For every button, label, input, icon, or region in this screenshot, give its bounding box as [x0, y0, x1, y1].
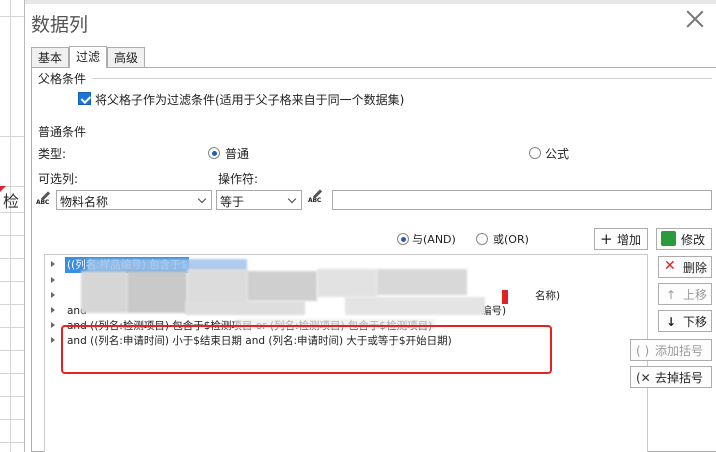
- parent-filter-checkbox[interactable]: [78, 92, 91, 105]
- expand-arrow-icon[interactable]: [51, 337, 55, 343]
- operator-label: 操作符:: [218, 172, 259, 186]
- operator-select[interactable]: 等于: [216, 190, 302, 210]
- filter-panel: 父格条件 将父格子作为过滤条件(适用于父子格来自于同一个数据集) 普通条件 类型…: [31, 67, 716, 452]
- tab-basic[interactable]: 基本: [31, 47, 70, 68]
- type-normal-radio[interactable]: [208, 147, 220, 159]
- type-formula-label: 公式: [545, 147, 570, 161]
- abc-edit-icon[interactable]: ABC: [308, 188, 328, 206]
- tab-bar: 基本 过滤 高级: [31, 46, 146, 68]
- highlight-mark: [502, 290, 508, 304]
- move-up-button[interactable]: ↑ 上移: [658, 283, 712, 305]
- edit-button[interactable]: 修改: [656, 228, 712, 250]
- or-label: 或(OR): [493, 233, 529, 246]
- add-bracket-button[interactable]: ( ) 添加括号: [630, 339, 712, 361]
- and-radio[interactable]: [397, 233, 409, 245]
- tab-filter[interactable]: 过滤: [69, 46, 108, 68]
- type-formula-radio[interactable]: [529, 147, 541, 159]
- bracket-icon: ( ): [636, 344, 650, 358]
- column-select[interactable]: 物料名称: [56, 190, 212, 210]
- remove-bracket-button[interactable]: (✕ 去掉括号: [630, 366, 712, 388]
- and-label: 与(AND): [412, 233, 456, 246]
- column-label: 可选列:: [38, 172, 79, 186]
- chevron-down-icon: [285, 191, 301, 209]
- expand-arrow-icon[interactable]: [51, 261, 55, 267]
- arrow-down-icon: ↓: [666, 315, 677, 329]
- arrow-up-icon: ↑: [666, 288, 677, 302]
- dialog-title: 数据列: [31, 14, 89, 36]
- type-normal-label: 普通: [225, 147, 250, 161]
- type-label: 类型:: [38, 147, 67, 161]
- normal-condition-label: 普通条件: [38, 125, 87, 139]
- plus-icon: +: [600, 230, 613, 248]
- close-icon: ✕: [664, 258, 676, 274]
- expand-arrow-icon[interactable]: [51, 322, 55, 328]
- expand-arrow-icon[interactable]: [51, 277, 55, 283]
- tab-advanced[interactable]: 高级: [107, 47, 146, 68]
- column-select-value: 物料名称: [60, 195, 109, 209]
- chevron-down-icon: [195, 191, 211, 209]
- remove-bracket-icon: (✕: [636, 371, 651, 385]
- expand-arrow-icon[interactable]: [51, 292, 55, 298]
- or-radio[interactable]: [476, 233, 488, 245]
- value-input[interactable]: [332, 190, 712, 210]
- highlight-box: [61, 325, 552, 374]
- background-cell: 检: [3, 192, 20, 211]
- parent-condition-label: 父格条件: [38, 72, 87, 86]
- abc-edit-icon: ABC: [36, 190, 56, 208]
- add-button[interactable]: + 增加: [594, 228, 648, 250]
- delete-button[interactable]: ✕ 删除: [658, 256, 712, 278]
- expand-arrow-icon[interactable]: [51, 307, 55, 313]
- edit-icon: [661, 231, 676, 246]
- data-column-dialog: 数据列 基本 过滤 高级 父格条件 将父格子作为过滤条件(适用于父子格来自于同一…: [24, 0, 716, 452]
- move-down-button[interactable]: ↓ 下移: [658, 310, 712, 332]
- close-icon[interactable]: [686, 10, 704, 28]
- operator-select-value: 等于: [220, 195, 245, 209]
- parent-filter-checkbox-label: 将父格子作为过滤条件(适用于父子格来自于同一个数据集): [95, 93, 405, 107]
